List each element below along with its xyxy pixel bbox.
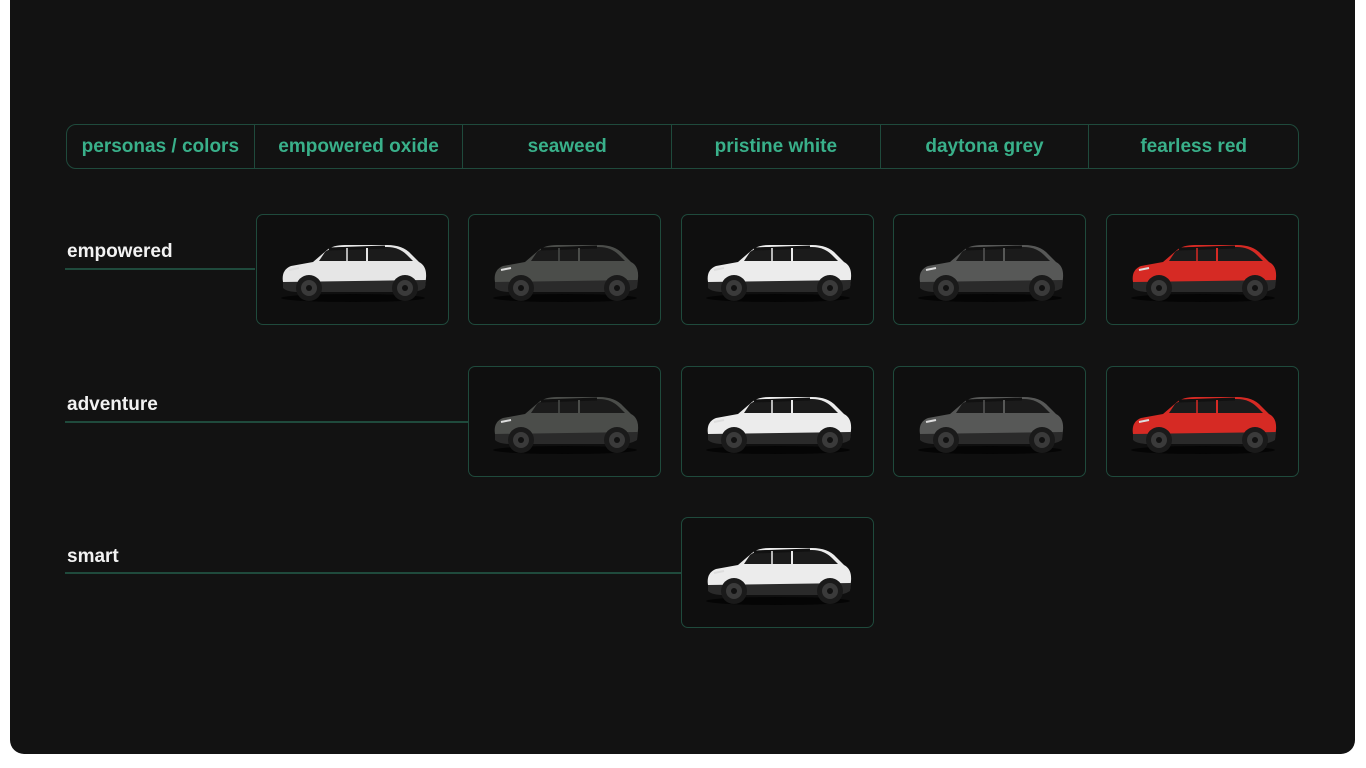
car-image (280, 244, 426, 302)
car-card-adventure-daytona-grey[interactable] (893, 366, 1086, 477)
car-image (705, 244, 851, 302)
car-image (705, 547, 851, 605)
car-image (917, 244, 1063, 302)
car-image (492, 244, 638, 302)
persona-label-adventure: adventure (67, 394, 158, 415)
header-row: personas / colors empowered oxide seawee… (66, 124, 1299, 169)
persona-line-smart (65, 572, 681, 574)
car-image (1130, 396, 1276, 454)
persona-color-matrix: personas / colors empowered oxide seawee… (10, 0, 1355, 754)
car-image (1130, 244, 1276, 302)
car-card-empowered-seaweed[interactable] (468, 214, 661, 325)
car-card-adventure-fearless-red[interactable] (1106, 366, 1299, 477)
header-color-pristine-white[interactable]: pristine white (672, 125, 881, 168)
car-card-empowered-fearless-red[interactable] (1106, 214, 1299, 325)
car-card-adventure-seaweed[interactable] (468, 366, 661, 477)
car-image (917, 396, 1063, 454)
header-color-daytona-grey[interactable]: daytona grey (881, 125, 1090, 168)
car-card-empowered-empowered-oxide[interactable] (256, 214, 449, 325)
persona-label-smart: smart (67, 546, 119, 567)
header-color-empowered-oxide[interactable]: empowered oxide (255, 125, 464, 168)
persona-line-adventure (65, 421, 468, 423)
header-corner-label: personas / colors (67, 125, 255, 168)
car-card-empowered-daytona-grey[interactable] (893, 214, 1086, 325)
persona-line-empowered (65, 268, 255, 270)
header-color-fearless-red[interactable]: fearless red (1089, 125, 1298, 168)
persona-label-empowered: empowered (67, 241, 173, 262)
car-card-adventure-pristine-white[interactable] (681, 366, 874, 477)
car-card-empowered-pristine-white[interactable] (681, 214, 874, 325)
car-image (705, 396, 851, 454)
car-image (492, 396, 638, 454)
car-card-smart-pristine-white[interactable] (681, 517, 874, 628)
header-color-seaweed[interactable]: seaweed (463, 125, 673, 168)
